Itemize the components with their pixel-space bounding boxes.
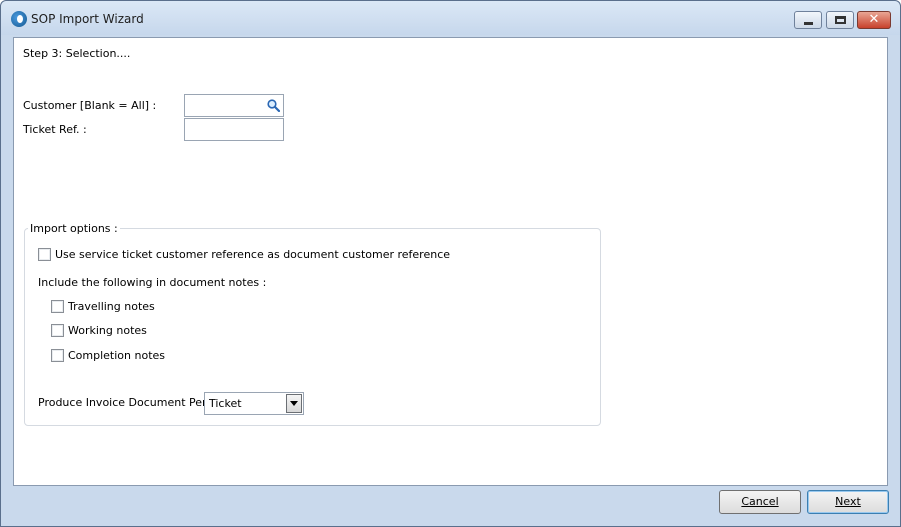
working-notes-option[interactable]: Working notes — [51, 324, 147, 337]
ticket-ref-label: Ticket Ref. : — [23, 123, 87, 136]
wizard-window: SOP Import Wizard ✕ Step 3: Selection...… — [0, 0, 901, 527]
title-bar: SOP Import Wizard ✕ — [1, 1, 900, 35]
customer-label: Customer [Blank = All] : — [23, 99, 157, 112]
next-button[interactable]: Next — [807, 490, 889, 514]
include-notes-label: Include the following in document notes … — [38, 276, 267, 289]
chevron-down-icon — [290, 401, 298, 406]
import-options-group: Import options : Use service ticket cust… — [24, 222, 601, 426]
wizard-content: Step 3: Selection.... Customer [Blank = … — [13, 37, 888, 486]
maximize-button[interactable] — [826, 11, 854, 29]
minimize-icon — [804, 22, 813, 25]
produce-invoice-label: Produce Invoice Document Per : — [38, 396, 214, 409]
working-notes-label: Working notes — [68, 324, 147, 337]
next-button-label: Next — [835, 495, 861, 508]
search-icon[interactable] — [267, 99, 280, 112]
ticket-ref-input[interactable] — [184, 118, 284, 141]
dropdown-button[interactable] — [286, 394, 302, 413]
produce-invoice-value: Ticket — [209, 397, 242, 410]
travelling-notes-checkbox[interactable] — [51, 300, 64, 313]
travelling-notes-label: Travelling notes — [68, 300, 155, 313]
cancel-button-label: Cancel — [741, 495, 779, 508]
window-title: SOP Import Wizard — [31, 12, 144, 26]
use-service-ticket-checkbox[interactable] — [38, 248, 51, 261]
step-title: Step 3: Selection.... — [23, 47, 131, 60]
completion-notes-option[interactable]: Completion notes — [51, 349, 165, 362]
completion-notes-label: Completion notes — [68, 349, 166, 362]
cancel-button[interactable]: Cancel — [719, 490, 801, 514]
close-icon: ✕ — [868, 12, 880, 27]
close-button[interactable]: ✕ — [857, 11, 891, 29]
produce-invoice-select[interactable]: Ticket — [204, 392, 304, 415]
import-options-legend: Import options : — [28, 222, 120, 235]
working-notes-checkbox[interactable] — [51, 324, 64, 337]
use-service-ticket-label: Use service ticket customer reference as… — [55, 248, 451, 261]
app-logo-icon — [11, 11, 27, 27]
completion-notes-checkbox[interactable] — [51, 349, 64, 362]
travelling-notes-option[interactable]: Travelling notes — [51, 300, 155, 313]
minimize-button[interactable] — [794, 11, 822, 29]
maximize-icon — [835, 16, 846, 24]
use-service-ticket-option[interactable]: Use service ticket customer reference as… — [38, 248, 450, 261]
